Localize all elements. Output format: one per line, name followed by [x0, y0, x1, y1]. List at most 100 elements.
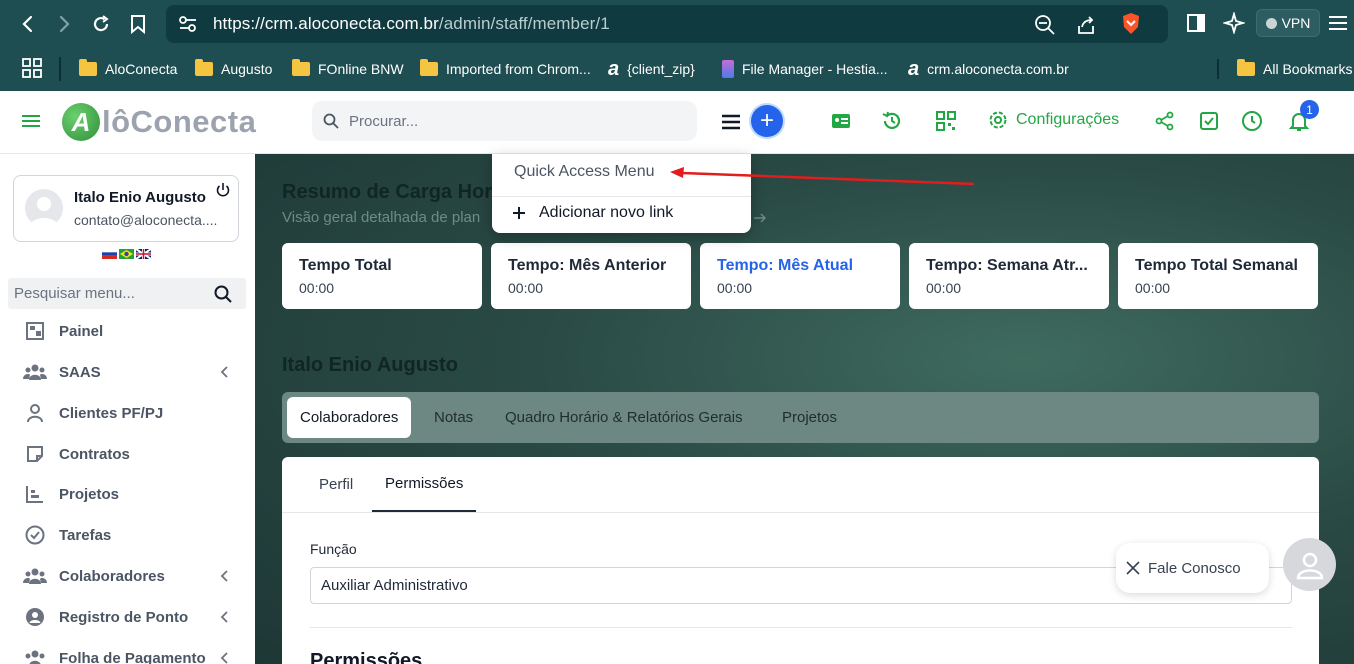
bookmark-client-zip[interactable]: a {client_zip}	[608, 47, 695, 91]
logo[interactable]: A lôConecta	[62, 103, 256, 141]
qr-code-icon[interactable]	[934, 109, 958, 133]
site-settings-icon[interactable]	[178, 15, 198, 38]
user-email: contato@aloconecta....	[74, 212, 218, 228]
vpn-label: VPN	[1281, 15, 1311, 31]
sidebar-toggle-icon[interactable]	[1186, 13, 1206, 38]
settings-label: Configurações	[1016, 111, 1120, 128]
sidebar-item-clientes[interactable]: Clientes PF/PJ	[0, 394, 255, 432]
role-label: Função	[310, 541, 357, 557]
language-flags	[102, 249, 151, 259]
folder-icon	[195, 59, 213, 76]
share-icon[interactable]	[1075, 14, 1097, 41]
vpn-status-icon	[1265, 17, 1277, 29]
power-icon[interactable]	[215, 182, 233, 200]
bookmark-augusto[interactable]: Augusto	[195, 47, 272, 91]
sidebar-item-label: Projetos	[59, 485, 120, 503]
stat-card: Tempo: Mês Anterior 00:00	[491, 243, 691, 309]
user-name: Italo Enio Augusto	[74, 189, 206, 206]
sidebar-item-tarefas[interactable]: Tarefas	[0, 516, 255, 554]
tab-colaboradores[interactable]: Colaboradores	[287, 397, 412, 438]
sidebar: Italo Enio Augusto contato@aloconecta...…	[0, 154, 255, 664]
zoom-out-icon[interactable]	[1034, 14, 1056, 41]
sidebar-item-projetos[interactable]: Projetos	[0, 475, 255, 513]
add-link-button[interactable]: Adicionar novo link	[512, 204, 673, 222]
reload-icon[interactable]	[86, 9, 116, 39]
chevron-left-icon	[218, 569, 232, 583]
logo-text: lôConecta	[102, 104, 257, 139]
address-bar[interactable]: https://crm.aloconecta.com.br/admin/staf…	[166, 5, 1168, 43]
brave-shield-icon[interactable]	[1120, 12, 1142, 41]
sidebar-item-colaboradores[interactable]: Colaboradores	[0, 557, 255, 595]
search-icon[interactable]	[214, 285, 232, 308]
settings-button[interactable]: Configurações	[988, 110, 1119, 130]
logo-mark: A	[62, 103, 100, 141]
russia-flag-icon[interactable]	[102, 249, 117, 259]
stat-title: Tempo: Semana Atr...	[926, 257, 1088, 274]
gear-icon	[988, 110, 1008, 130]
stat-card: Tempo: Semana Atr... 00:00	[909, 243, 1109, 309]
bookmark-icon[interactable]	[123, 9, 153, 39]
aloconecta-favicon: a	[908, 57, 920, 80]
dashboard-icon	[23, 319, 47, 343]
back-icon[interactable]	[13, 9, 43, 39]
stat-value: 00:00	[299, 280, 335, 296]
quick-add-button[interactable]: +	[751, 105, 783, 137]
sidebar-item-folha-pagamento[interactable]: Folha de Pagamento	[0, 639, 255, 664]
bookmark-aloconecta[interactable]: AloConecta	[79, 47, 177, 91]
bookmark-fonline[interactable]: FOnline BNW	[292, 47, 404, 91]
sidebar-item-label: SAAS	[59, 363, 101, 381]
chat-avatar[interactable]	[1283, 538, 1336, 591]
close-icon[interactable]	[1126, 561, 1140, 575]
clock-icon[interactable]	[1240, 109, 1264, 133]
menu-icon[interactable]	[1328, 14, 1348, 37]
divider	[282, 512, 1319, 513]
menu-search[interactable]	[8, 278, 246, 309]
sidebar-item-registro-ponto[interactable]: Registro de Ponto	[0, 598, 255, 636]
user-card[interactable]: Italo Enio Augusto contato@aloconecta...…	[13, 175, 239, 242]
page-subtitle: Visão geral detalhada de plan	[282, 209, 481, 226]
sidebar-item-contratos[interactable]: Contratos	[0, 435, 255, 473]
bookmark-crm[interactable]: a crm.aloconecta.com.br	[908, 47, 1069, 91]
share-nodes-icon[interactable]	[1153, 109, 1177, 133]
permissions-heading: Permissões	[310, 650, 423, 664]
chevron-left-icon	[218, 365, 232, 379]
folder-icon	[1237, 59, 1255, 76]
role-value: Auxiliar Administrativo	[321, 577, 468, 594]
plus-icon	[512, 206, 526, 220]
stat-card: Tempo Total 00:00	[282, 243, 482, 309]
checkbox-icon[interactable]	[1197, 109, 1221, 133]
search-input[interactable]	[349, 112, 669, 130]
browser-toolbar: https://crm.aloconecta.com.br/admin/staf…	[0, 0, 1354, 47]
uk-flag-icon[interactable]	[136, 249, 151, 259]
tab-notas[interactable]: Notas	[434, 392, 473, 443]
sidebar-item-label: Registro de Ponto	[59, 608, 189, 626]
chat-widget[interactable]: Fale Conosco	[1116, 543, 1269, 593]
apps-grid-icon[interactable]	[22, 58, 42, 83]
menu-search-input[interactable]	[14, 285, 204, 302]
check-circle-icon	[23, 523, 47, 547]
stat-title: Tempo: Mês Anterior	[508, 257, 667, 274]
id-card-icon[interactable]	[829, 109, 853, 133]
history-icon[interactable]	[880, 109, 904, 133]
global-search[interactable]	[312, 101, 697, 141]
users-group-icon	[23, 646, 47, 664]
sidebar-item-saas[interactable]: SAAS	[0, 353, 255, 391]
chat-label: Fale Conosco	[1148, 559, 1241, 577]
stat-title: Tempo: Mês Atual	[717, 257, 854, 274]
quick-access-menu-icon[interactable]	[722, 114, 740, 135]
tab-permissoes[interactable]: Permissões	[372, 457, 477, 512]
tab-quadro-horario[interactable]: Quadro Horário & Relatórios Gerais	[505, 392, 743, 443]
bookmark-imported[interactable]: Imported from Chrom...	[420, 47, 591, 91]
avatar	[25, 189, 63, 227]
vpn-button[interactable]: VPN	[1256, 9, 1320, 37]
leo-ai-icon[interactable]	[1221, 10, 1247, 39]
forward-icon[interactable]	[49, 9, 79, 39]
tab-projetos[interactable]: Projetos	[782, 392, 837, 443]
sidebar-item-painel[interactable]: Painel	[0, 312, 255, 350]
brazil-flag-icon[interactable]	[119, 249, 134, 259]
bookmark-all[interactable]: All Bookmarks	[1237, 47, 1352, 91]
hamburger-icon[interactable]	[22, 114, 40, 133]
tab-perfil[interactable]: Perfil	[319, 457, 353, 512]
stat-value: 00:00	[717, 280, 753, 296]
bookmark-file-manager[interactable]: File Manager - Hestia...	[722, 47, 888, 91]
